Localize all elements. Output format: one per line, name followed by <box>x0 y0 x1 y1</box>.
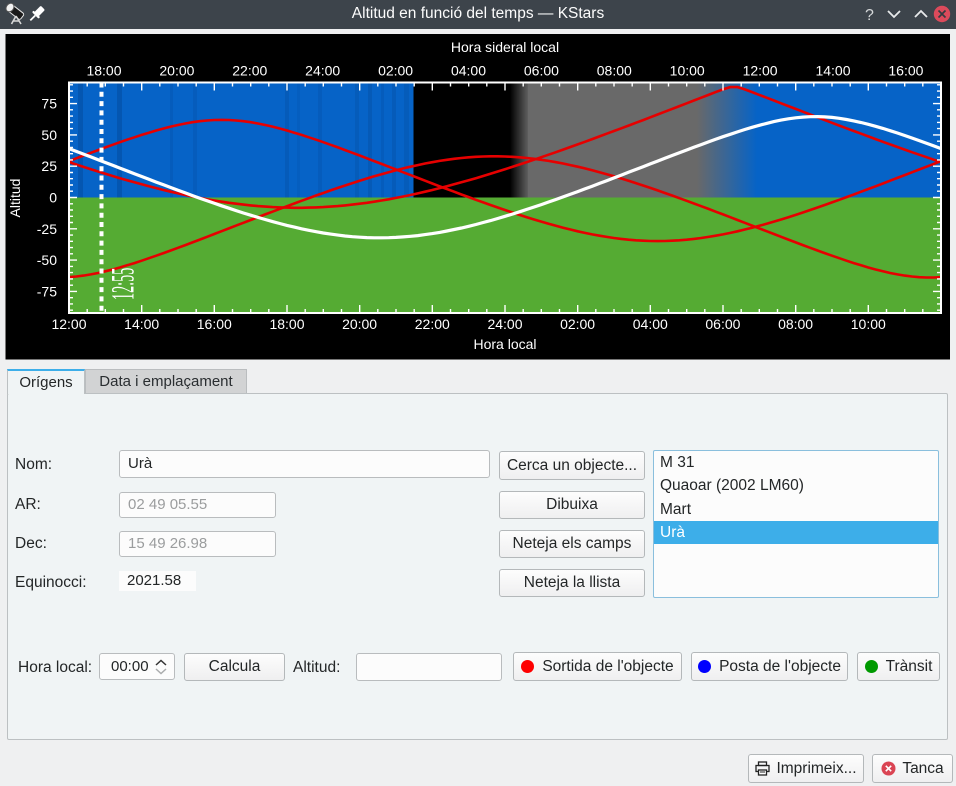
svg-text:24:00: 24:00 <box>487 316 522 332</box>
svg-text:-25: -25 <box>37 221 57 237</box>
svg-text:-75: -75 <box>37 283 57 299</box>
svg-text:06:00: 06:00 <box>705 316 740 332</box>
svg-text:24:00: 24:00 <box>305 63 340 79</box>
svg-text:0: 0 <box>49 190 57 206</box>
svg-text:75: 75 <box>41 96 57 112</box>
svg-text:22:00: 22:00 <box>415 316 450 332</box>
svg-text:04:00: 04:00 <box>451 63 486 79</box>
svg-text:Hora local: Hora local <box>473 336 536 352</box>
svg-text:08:00: 08:00 <box>597 63 632 79</box>
svg-text:50: 50 <box>41 127 57 143</box>
svg-text:14:00: 14:00 <box>815 63 850 79</box>
svg-text:06:00: 06:00 <box>524 63 559 79</box>
svg-text:?: ? <box>865 7 874 24</box>
svg-text:10:00: 10:00 <box>851 316 886 332</box>
svg-text:Altitud: Altitud <box>7 179 23 218</box>
svg-text:02:00: 02:00 <box>378 63 413 79</box>
svg-text:16:00: 16:00 <box>888 63 923 79</box>
svg-text:08:00: 08:00 <box>778 316 813 332</box>
svg-text:Hora sideral local: Hora sideral local <box>451 39 559 55</box>
svg-text:20:00: 20:00 <box>159 63 194 79</box>
svg-text:20:00: 20:00 <box>342 316 377 332</box>
svg-text:12:00: 12:00 <box>743 63 778 79</box>
svg-text:10:00: 10:00 <box>670 63 705 79</box>
svg-text:25: 25 <box>41 158 57 174</box>
svg-text:18:00: 18:00 <box>269 316 304 332</box>
svg-text:12:55: 12:55 <box>105 268 141 300</box>
svg-text:12:00: 12:00 <box>51 316 86 332</box>
svg-text:-50: -50 <box>37 252 57 268</box>
svg-text:14:00: 14:00 <box>124 316 159 332</box>
svg-text:04:00: 04:00 <box>633 316 668 332</box>
svg-text:18:00: 18:00 <box>86 63 121 79</box>
svg-text:22:00: 22:00 <box>232 63 267 79</box>
svg-text:16:00: 16:00 <box>197 316 232 332</box>
svg-text:02:00: 02:00 <box>560 316 595 332</box>
